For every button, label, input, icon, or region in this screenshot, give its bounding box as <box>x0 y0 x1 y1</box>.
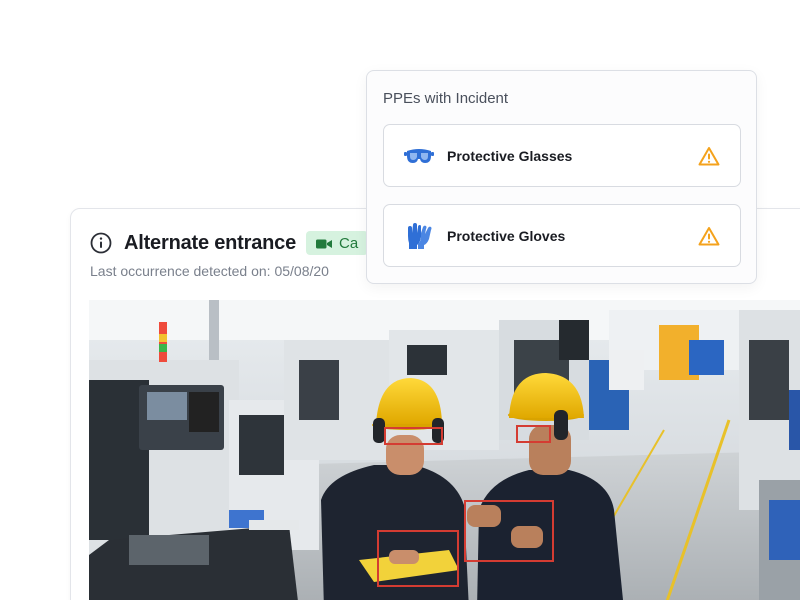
last-occurrence-text: Last occurrence detected on: 05/08/20 <box>90 263 329 279</box>
info-icon[interactable] <box>90 232 112 254</box>
ppe-item-protective-glasses[interactable]: Protective Glasses <box>383 124 741 187</box>
ppe-panel-title: PPEs with Incident <box>383 90 509 107</box>
detection-box-glasses-2[interactable] <box>516 425 551 443</box>
detection-box-gloves-2[interactable] <box>464 500 554 562</box>
card-header: Alternate entrance Ca <box>90 231 369 255</box>
camera-badge[interactable]: Ca <box>306 231 369 255</box>
gloves-icon <box>404 221 434 251</box>
ppe-item-protective-gloves[interactable]: Protective Gloves <box>383 204 741 267</box>
ppe-item-label: Protective Gloves <box>447 227 566 244</box>
stage: Alternate entrance Ca Last occurrence de… <box>0 0 800 600</box>
camera-icon <box>316 237 333 249</box>
detection-box-glasses-1[interactable] <box>384 427 443 445</box>
ppe-item-label: Protective Glasses <box>447 147 573 164</box>
detection-box-gloves-1[interactable] <box>377 530 459 587</box>
incident-title: Alternate entrance <box>124 231 297 254</box>
glasses-icon <box>404 141 434 171</box>
warning-icon <box>698 146 720 166</box>
warning-icon <box>698 226 720 246</box>
camera-frame[interactable] <box>89 300 800 600</box>
ppe-incident-panel: PPEs with Incident Protective Glasses Pr… <box>366 70 757 284</box>
camera-badge-label: Ca <box>339 234 359 252</box>
